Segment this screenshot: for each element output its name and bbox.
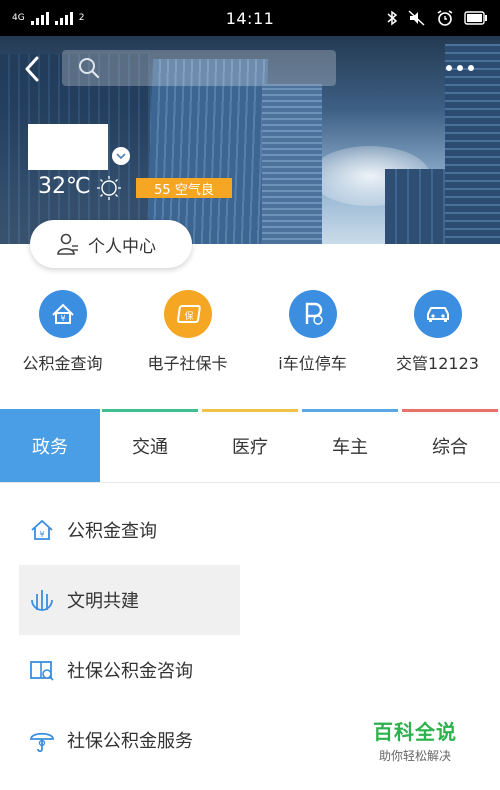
chevron-down-icon — [116, 153, 126, 160]
svg-text:保: 保 — [184, 310, 193, 322]
house-fund-icon: ¥ — [38, 290, 87, 338]
list-item-civilization[interactable]: 文明共建 — [19, 565, 240, 635]
quick-service-parking[interactable]: i车位停车 — [250, 290, 375, 374]
parking-icon — [288, 290, 337, 338]
alarm-icon — [437, 10, 453, 26]
user-icon — [57, 233, 78, 255]
tab-transport[interactable]: 交通 — [100, 409, 200, 482]
city-dropdown-button[interactable] — [112, 147, 130, 165]
quick-services: ¥ 公积金查询 保 电子社保卡 i车位停车 交管12123 — [0, 290, 500, 385]
personal-center-label: 个人中心 — [88, 236, 156, 257]
category-tabs: 政务 交通 医疗 车主 综合 — [0, 409, 500, 483]
sun-icon — [97, 176, 121, 200]
tab-government[interactable]: 政务 — [0, 409, 100, 482]
watermark-subtitle: 助你轻松解决 — [378, 749, 451, 763]
list-item-label: 文明共建 — [67, 591, 139, 612]
tab-car-owner[interactable]: 车主 — [300, 409, 400, 482]
status-right — [386, 9, 488, 27]
tab-general[interactable]: 综合 — [400, 409, 500, 482]
social-security-card-icon: 保 — [163, 290, 212, 338]
quick-service-label: 交管12123 — [396, 354, 479, 373]
list-item-label: 社保公积金服务 — [67, 731, 193, 752]
quick-service-social-card[interactable]: 保 电子社保卡 — [125, 290, 250, 374]
house-fund-icon: ¥ — [27, 515, 57, 545]
back-button[interactable] — [20, 55, 44, 83]
quick-service-traffic[interactable]: 交管12123 — [375, 290, 500, 374]
dot — [457, 65, 463, 71]
search-input[interactable] — [62, 50, 336, 86]
watermark: 百科全说 助你轻松解决 — [360, 716, 470, 764]
umbrella-icon — [27, 725, 57, 755]
quick-service-label: 电子社保卡 — [147, 354, 228, 373]
list-item-label: 社保公积金咨询 — [67, 661, 193, 682]
search-icon — [79, 58, 100, 79]
dot — [468, 65, 474, 71]
quick-service-housing-fund[interactable]: ¥ 公积金查询 — [0, 290, 125, 374]
status-bar: 4G 2 14:11 — [0, 0, 500, 36]
list-item-consult[interactable]: 社保公积金咨询 — [19, 635, 240, 705]
book-search-icon — [27, 655, 57, 685]
personal-center-button[interactable]: 个人中心 — [30, 220, 192, 268]
building-decoration — [146, 59, 269, 244]
quick-service-label: 公积金查询 — [22, 354, 103, 373]
mute-icon — [408, 10, 425, 26]
city-name-box[interactable] — [28, 124, 108, 170]
quick-service-label: i车位停车 — [278, 354, 347, 373]
list-item-housing-fund[interactable]: ¥ 公积金查询 — [19, 495, 240, 565]
list-item-label: 公积金查询 — [67, 521, 157, 542]
list-item-service[interactable]: 社保公积金服务 — [19, 705, 240, 775]
svg-text:¥: ¥ — [39, 530, 44, 539]
bluetooth-icon — [387, 10, 398, 26]
more-button[interactable] — [440, 58, 480, 78]
temperature: 32℃ — [38, 174, 91, 199]
svg-text:¥: ¥ — [60, 314, 65, 323]
car-icon — [413, 290, 462, 338]
tab-medical[interactable]: 医疗 — [200, 409, 300, 482]
dot — [446, 65, 452, 71]
battery-icon — [464, 11, 487, 25]
watermark-title: 百科全说 — [373, 720, 457, 744]
air-quality-badge: 55 空气良 — [136, 178, 232, 198]
chevron-left-icon — [25, 56, 39, 82]
building-decoration — [262, 84, 322, 244]
civilization-icon — [27, 585, 57, 615]
